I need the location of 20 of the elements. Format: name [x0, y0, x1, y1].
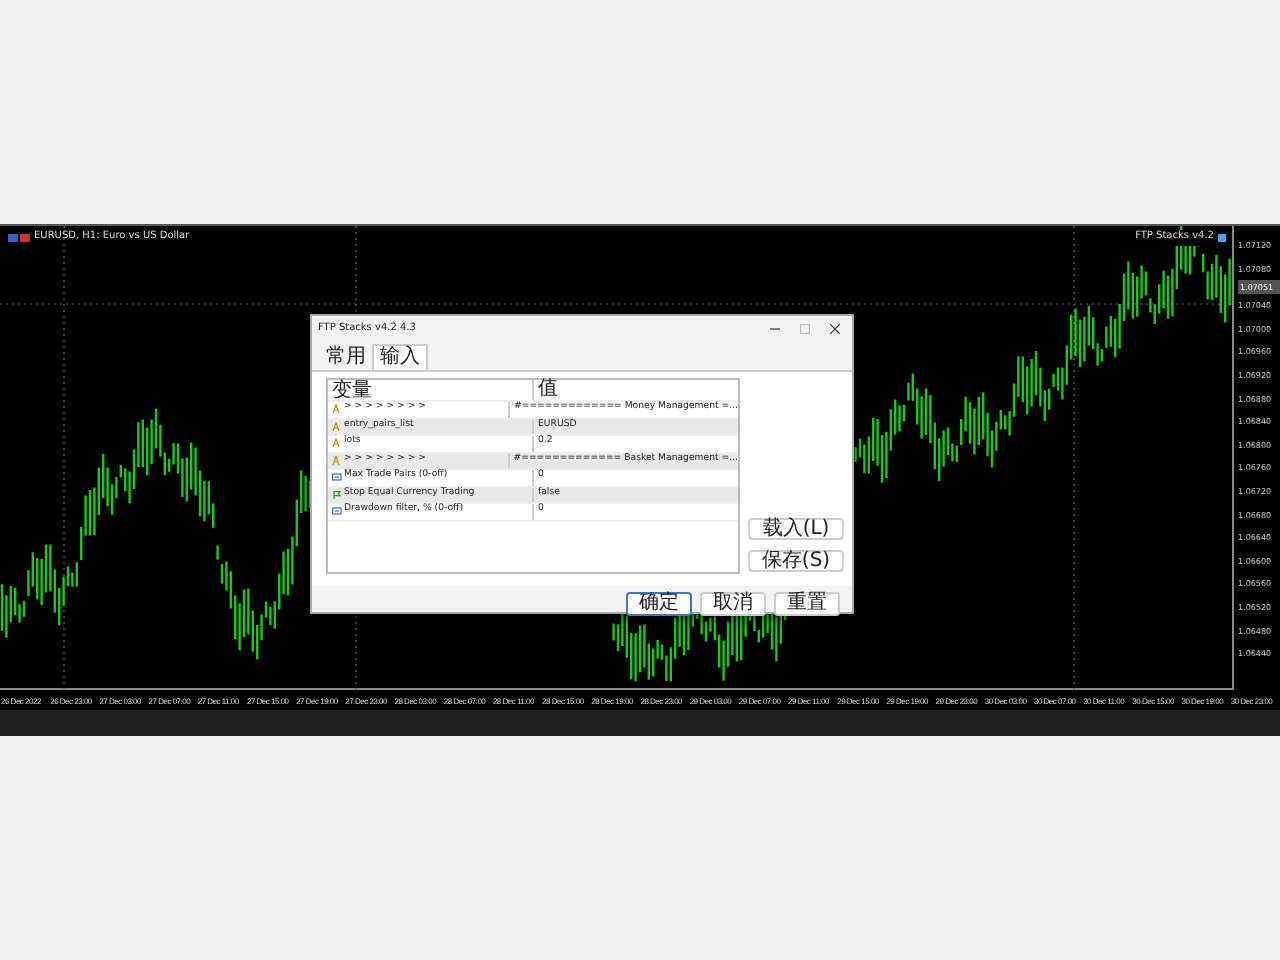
column-header: 变量: [332, 379, 372, 401]
text-type-icon: [332, 455, 342, 466]
dialog-button[interactable]: 保存(S): [748, 550, 844, 572]
text-type-icon: [332, 421, 342, 432]
minimize-icon[interactable]: [770, 324, 780, 334]
number-type-icon: [332, 472, 342, 483]
dialog-button[interactable]: 取消: [700, 592, 766, 616]
tab[interactable]: 常用: [320, 344, 372, 370]
tab[interactable]: 输入: [372, 344, 428, 370]
number-type-icon: [332, 506, 342, 517]
indicator-icon[interactable]: [1218, 233, 1226, 242]
column-header: 值: [538, 378, 558, 401]
text-type-icon: [332, 404, 342, 415]
dialog-button[interactable]: 重置: [774, 592, 840, 616]
boolean-type-icon: [332, 489, 342, 500]
flag-icon: [8, 233, 30, 242]
close-icon[interactable]: [830, 324, 840, 334]
dialog-button[interactable]: 确定: [626, 592, 692, 616]
dialog-button[interactable]: 载入(L): [748, 518, 844, 540]
text-type-icon: [332, 438, 342, 449]
